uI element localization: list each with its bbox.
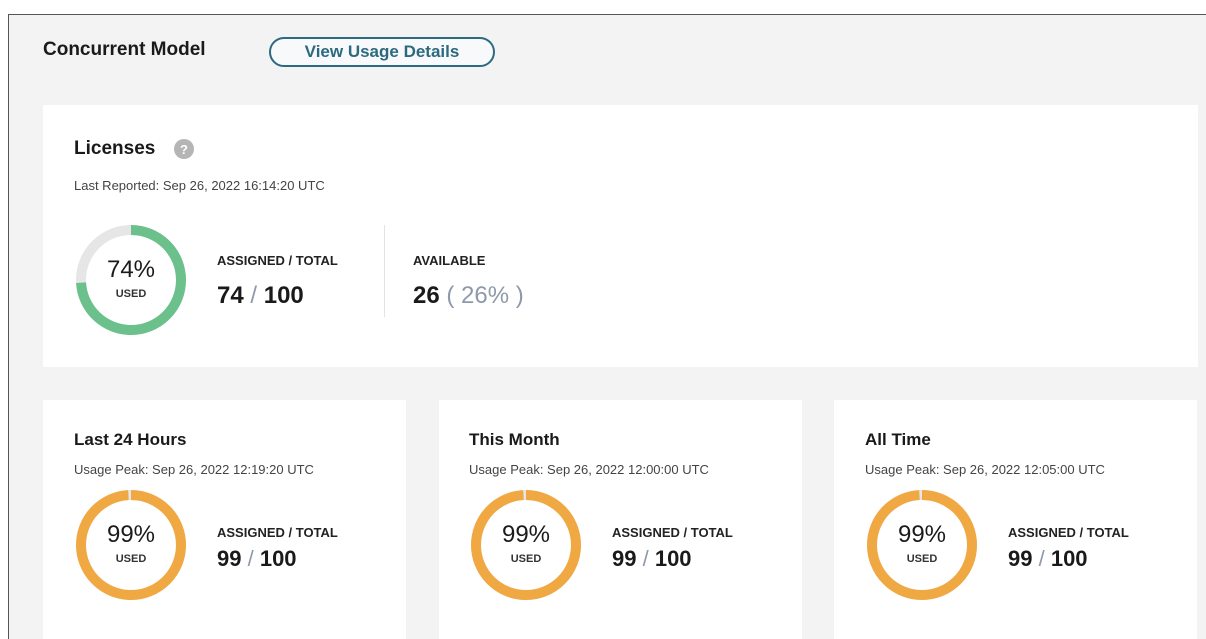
view-usage-details-button[interactable]: View Usage Details [269, 37, 495, 67]
used-percent: 74% [106, 256, 156, 283]
available-percent: ( 26% ) [439, 282, 524, 309]
stat-divider [384, 225, 385, 317]
assigned-total-value: 99 / 100 [217, 546, 297, 572]
assigned-count: 99 [612, 546, 637, 571]
last-reported: Last Reported: Sep 26, 2022 16:14:20 UTC [74, 178, 325, 193]
usage-peak: Usage Peak: Sep 26, 2022 12:19:20 UTC [74, 462, 314, 477]
total-count: 100 [654, 546, 692, 571]
used-label: USED [115, 288, 147, 300]
period-title: Last 24 Hours [74, 430, 187, 449]
available-count: 26 [413, 282, 440, 309]
slash: / [1032, 546, 1051, 571]
assigned-total-value: 74 / 100 [217, 282, 304, 310]
assigned-total-label: ASSIGNED / TOTAL [1008, 525, 1129, 540]
usage-peak: Usage Peak: Sep 26, 2022 12:05:00 UTC [865, 462, 1105, 477]
used-percent: 99% [897, 521, 947, 548]
assigned-total-value: 99 / 100 [1008, 546, 1088, 572]
slash: / [636, 546, 655, 571]
help-icon[interactable]: ? [174, 139, 194, 159]
used-label: USED [906, 553, 938, 565]
period-donut: 99% USED [74, 488, 188, 602]
period-donut: 99% USED [865, 488, 979, 602]
available-label: AVAILABLE [413, 253, 486, 268]
page-title: Concurrent Model [43, 39, 206, 60]
period-card-last-24-hours: Last 24 Hours Usage Peak: Sep 26, 2022 1… [43, 400, 406, 639]
period-title: This Month [469, 430, 560, 449]
total-count: 100 [263, 282, 304, 309]
assigned-total-value: 99 / 100 [612, 546, 692, 572]
assigned-total-label: ASSIGNED / TOTAL [612, 525, 733, 540]
licenses-donut: 74% USED [74, 223, 188, 337]
period-card-this-month: This Month Usage Peak: Sep 26, 2022 12:0… [439, 400, 802, 639]
assigned-total-label: ASSIGNED / TOTAL [217, 253, 338, 268]
assigned-total-label: ASSIGNED / TOTAL [217, 525, 338, 540]
page-header: Concurrent Model [43, 39, 206, 61]
available-value: 26 ( 26% ) [413, 282, 524, 310]
assigned-count: 74 [217, 282, 244, 309]
usage-peak: Usage Peak: Sep 26, 2022 12:00:00 UTC [469, 462, 709, 477]
total-count: 100 [1050, 546, 1088, 571]
used-percent: 99% [106, 521, 156, 548]
used-percent: 99% [501, 521, 551, 548]
period-title: All Time [865, 430, 931, 449]
assigned-count: 99 [217, 546, 242, 571]
assigned-count: 99 [1008, 546, 1033, 571]
slash: / [243, 282, 264, 309]
total-count: 100 [259, 546, 297, 571]
period-card-all-time: All Time Usage Peak: Sep 26, 2022 12:05:… [834, 400, 1197, 639]
period-donut: 99% USED [469, 488, 583, 602]
used-label: USED [510, 553, 542, 565]
licenses-card: Licenses ? Last Reported: Sep 26, 2022 1… [43, 105, 1198, 367]
used-label: USED [115, 553, 147, 565]
slash: / [241, 546, 260, 571]
license-panel: Concurrent Model View Usage Details Lice… [8, 14, 1206, 639]
licenses-title: Licenses [74, 138, 156, 159]
